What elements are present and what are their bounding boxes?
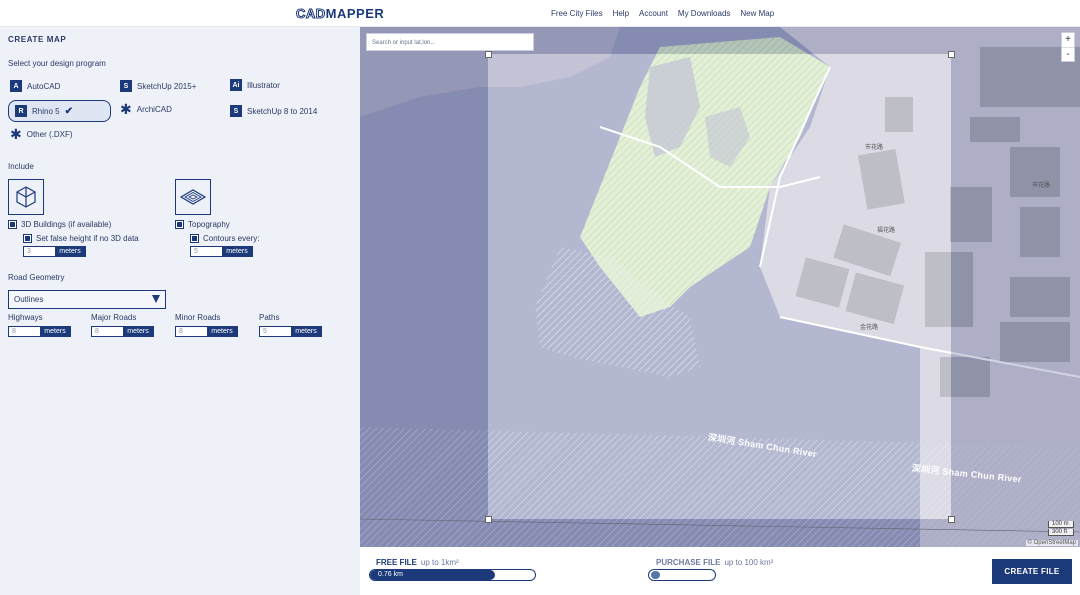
map-view[interactable]: 市花路 市花路 福花路 金花路 深圳河 Sham Chun River 深圳河 … xyxy=(360,27,1080,547)
highways-input[interactable]: 8 xyxy=(9,327,40,336)
slider-knob[interactable] xyxy=(651,571,660,579)
nav-free-city-files[interactable]: Free City Files xyxy=(551,9,603,18)
cube-icon xyxy=(16,186,36,208)
nav-help[interactable]: Help xyxy=(613,9,629,18)
map-attribution[interactable]: © OpenStreetMap xyxy=(1025,540,1078,546)
free-file-progress-bar: 0.76 km xyxy=(369,569,536,581)
contour-interval-input[interactable]: 5 xyxy=(191,247,222,256)
program-rhino[interactable]: R Rhino 5 ✔ xyxy=(8,100,111,122)
contours-checkbox[interactable] xyxy=(190,234,199,243)
zoom-out-button[interactable]: - xyxy=(1062,47,1074,61)
selection-handle-top-right[interactable] xyxy=(948,51,955,58)
cadmapper-logo[interactable]: CADMAPPER xyxy=(296,6,384,22)
terrain-icon xyxy=(179,189,207,205)
highways-field[interactable]: 8 meters xyxy=(8,326,71,337)
scale-feet: 300 ft xyxy=(1048,529,1074,536)
highways-label: Highways xyxy=(8,313,43,322)
nav-new-map[interactable]: New Map xyxy=(740,9,774,18)
purchase-file-slider[interactable] xyxy=(648,569,716,581)
major-roads-input[interactable]: 8 xyxy=(92,327,123,336)
paths-label: Paths xyxy=(259,313,280,322)
street-label: 市花路 xyxy=(1032,183,1051,189)
zoom-control: + - xyxy=(1061,32,1075,62)
buildings-checkbox-row[interactable]: 3D Buildings (if available) xyxy=(8,220,111,229)
archicad-icon: ✱ xyxy=(120,101,132,117)
autocad-icon: A xyxy=(10,80,22,92)
road-geometry-select[interactable]: Outlines xyxy=(8,290,166,309)
building-height-field[interactable]: 3 meters xyxy=(23,246,86,257)
street-label: 市花路 xyxy=(865,145,884,151)
buildings-toggle[interactable] xyxy=(8,179,44,215)
asterisk-icon: ✱ xyxy=(10,126,22,142)
selection-box[interactable] xyxy=(488,54,951,519)
minor-roads-input[interactable]: 8 xyxy=(176,327,207,336)
create-file-button[interactable]: CREATE FILE xyxy=(992,559,1072,584)
false-height-row[interactable]: Set false height if no 3D data xyxy=(23,234,139,243)
dropdown-arrow-icon xyxy=(152,295,160,303)
topography-toggle[interactable] xyxy=(175,179,211,215)
building-height-input[interactable]: 3 xyxy=(24,247,55,256)
contours-row[interactable]: Contours every: xyxy=(190,234,259,243)
map-search-input[interactable]: Search or input lat,lon... xyxy=(366,33,534,51)
sketchup-icon: S xyxy=(230,105,242,117)
contour-interval-field[interactable]: 5 meters xyxy=(190,246,253,257)
top-nav: Free City Files Help Account My Download… xyxy=(551,9,774,18)
false-height-checkbox[interactable] xyxy=(23,234,32,243)
top-bar: CADMAPPER Free City Files Help Account M… xyxy=(0,0,1080,27)
road-geometry-label: Road Geometry xyxy=(8,273,65,282)
selection-handle-bottom-left[interactable] xyxy=(485,516,492,523)
paths-input[interactable]: 5 xyxy=(260,327,291,336)
sketchup-icon: S xyxy=(120,80,132,92)
selection-handle-bottom-right[interactable] xyxy=(948,516,955,523)
minor-roads-field[interactable]: 8 meters xyxy=(175,326,238,337)
nav-account[interactable]: Account xyxy=(639,9,668,18)
program-other-dxf[interactable]: ✱ Other (.DXF) xyxy=(10,125,73,143)
minor-roads-label: Minor Roads xyxy=(175,313,221,322)
program-sketchup-8[interactable]: S SketchUp 8 to 2014 xyxy=(230,102,317,120)
program-autocad[interactable]: A AutoCAD xyxy=(10,77,60,95)
major-roads-label: Major Roads xyxy=(91,313,137,322)
scale-meters: 100 m xyxy=(1048,521,1074,528)
program-archicad[interactable]: ✱ ArchiCAD xyxy=(120,100,172,118)
free-file-progress-fill: 0.76 km xyxy=(370,570,496,580)
selection-handle-top-left[interactable] xyxy=(485,51,492,58)
include-label: Include xyxy=(8,162,34,171)
topography-checkbox-row[interactable]: Topography xyxy=(175,220,230,229)
panel-title: CREATE MAP xyxy=(8,35,67,44)
bottom-bar: FREE FILE up to 1km² 0.76 km PURCHASE FIL… xyxy=(360,547,1080,595)
program-illustrator[interactable]: Ai Illustrator xyxy=(230,76,280,94)
zoom-in-button[interactable]: + xyxy=(1062,33,1074,47)
program-sketchup-2015[interactable]: S SketchUp 2015+ xyxy=(120,77,196,95)
free-file-label: FREE FILE up to 1km² xyxy=(376,558,459,567)
street-label: 金花路 xyxy=(860,325,879,331)
street-label: 福花路 xyxy=(877,228,896,234)
nav-my-downloads[interactable]: My Downloads xyxy=(678,9,730,18)
topography-checkbox[interactable] xyxy=(175,220,184,229)
paths-field[interactable]: 5 meters xyxy=(259,326,322,337)
illustrator-icon: Ai xyxy=(230,79,242,91)
major-roads-field[interactable]: 8 meters xyxy=(91,326,154,337)
buildings-checkbox[interactable] xyxy=(8,220,17,229)
check-icon: ✔ xyxy=(64,105,73,117)
program-label: Select your design program xyxy=(8,59,106,68)
create-map-panel: CREATE MAP Select your design program A … xyxy=(0,27,360,595)
rhino-icon: R xyxy=(15,105,27,117)
purchase-file-label: PURCHASE FILE up to 100 km² xyxy=(656,558,774,567)
